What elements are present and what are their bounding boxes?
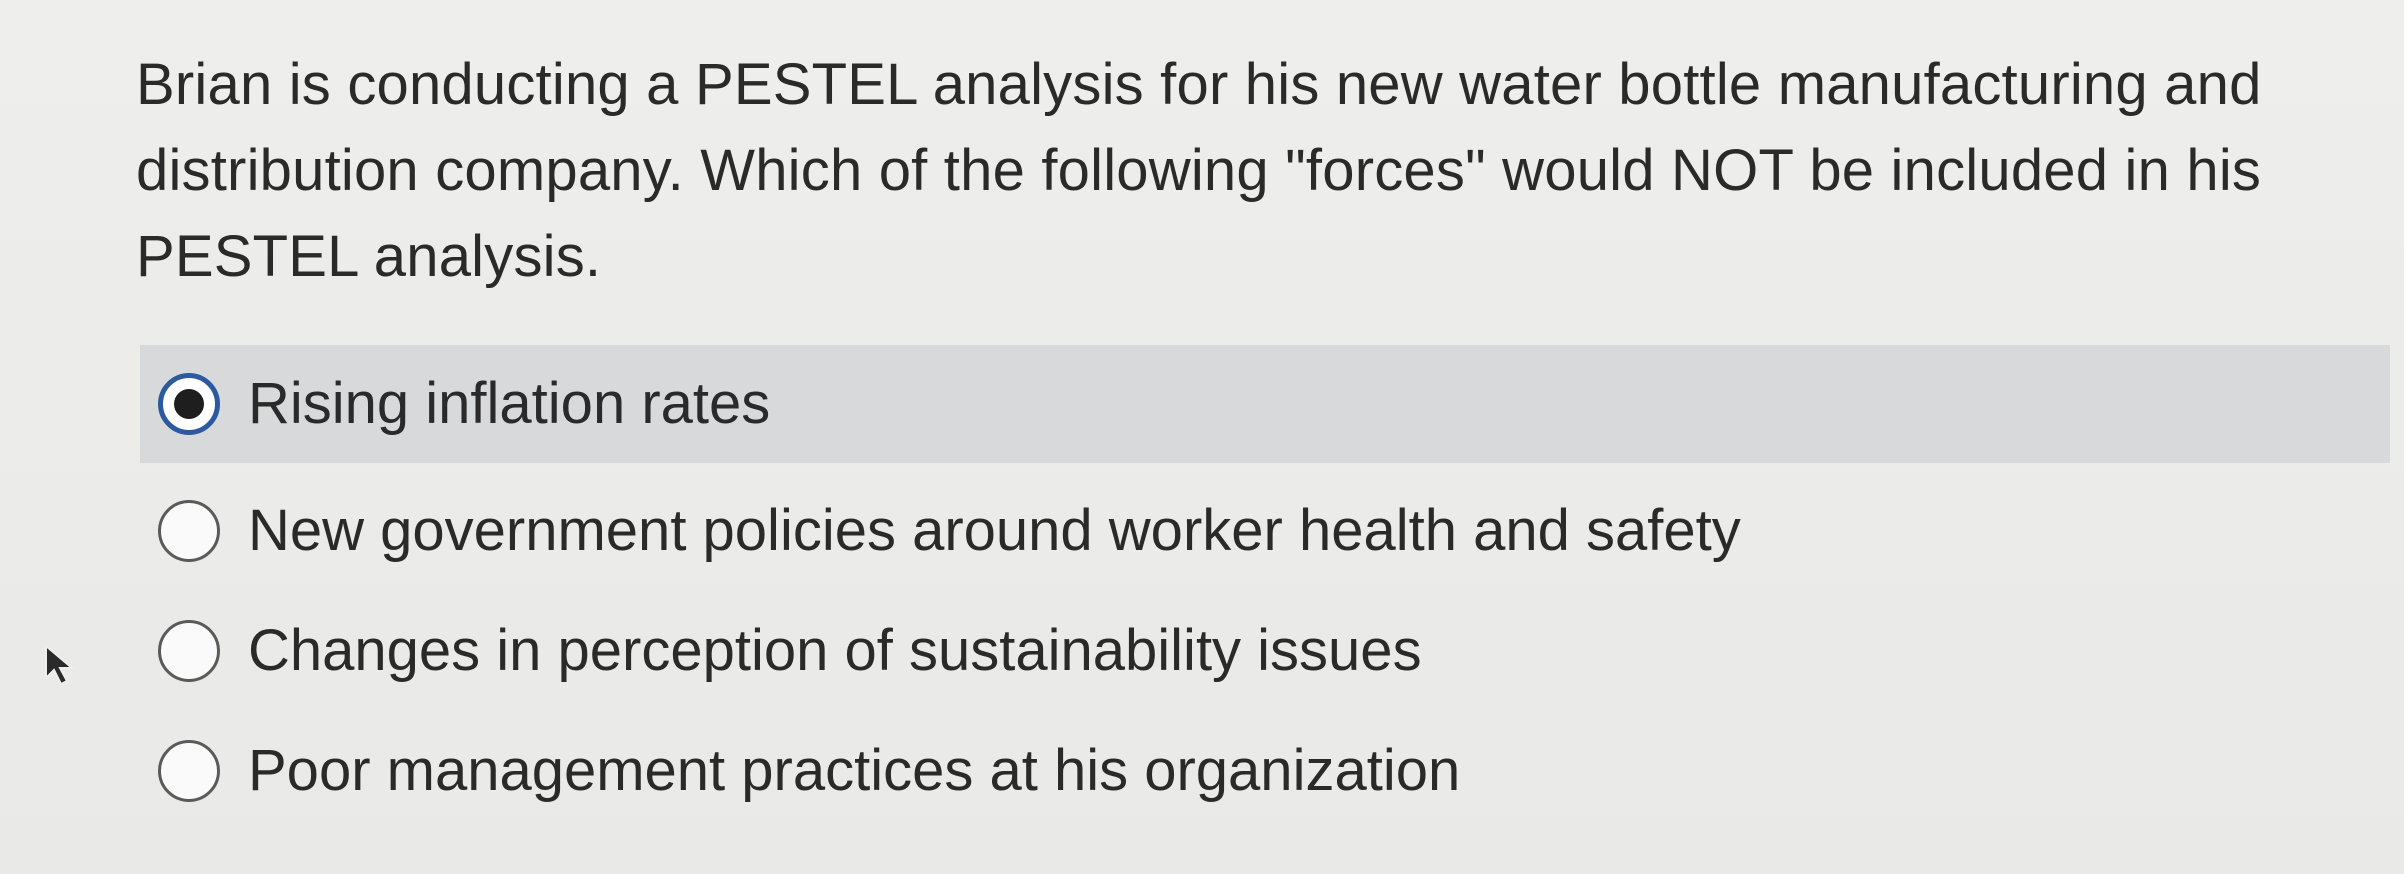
question-text: Brian is conducting a PESTEL analysis fo… <box>136 52 2262 289</box>
option-label: Changes in perception of sustainability … <box>248 618 1422 683</box>
radio-button[interactable] <box>158 500 220 562</box>
option-label: Rising inflation rates <box>248 371 771 436</box>
option-poor-management[interactable]: Poor management practices at his organiz… <box>140 711 2390 831</box>
option-government-policies[interactable]: New government policies around worker he… <box>140 471 2390 591</box>
option-label: Poor management practices at his organiz… <box>248 738 1461 803</box>
radio-button-selected[interactable] <box>158 373 220 435</box>
option-rising-inflation[interactable]: Rising inflation rates <box>140 345 2390 463</box>
option-label: New government policies around worker he… <box>248 498 1741 563</box>
answer-options: Rising inflation rates New government po… <box>140 345 2390 831</box>
option-sustainability-perception[interactable]: Changes in perception of sustainability … <box>140 591 2390 711</box>
radio-button[interactable] <box>158 740 220 802</box>
radio-button[interactable] <box>158 620 220 682</box>
